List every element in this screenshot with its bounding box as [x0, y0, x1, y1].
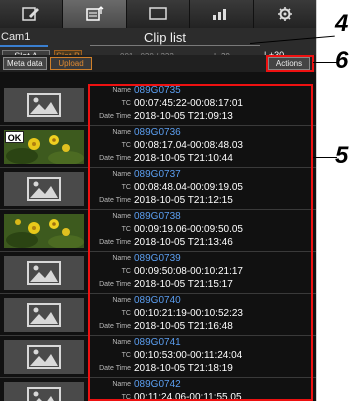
actions-highlight: [266, 55, 314, 72]
tab-network[interactable]: [190, 0, 254, 28]
placeholder-thumbnail-icon[interactable]: [4, 340, 84, 374]
callout-line-6: [313, 62, 337, 63]
metadata-button[interactable]: Meta data: [3, 57, 47, 70]
ok-badge: OK: [5, 131, 24, 143]
callout-line-5: [313, 157, 337, 158]
placeholder-thumbnail-icon[interactable]: [4, 172, 84, 206]
tab-edit[interactable]: [0, 0, 64, 28]
image-placeholder-icon: [27, 261, 61, 285]
image-placeholder-icon: [27, 387, 61, 401]
image-placeholder-icon: [27, 303, 61, 327]
title-underline: [90, 45, 260, 46]
placeholder-thumbnail-icon[interactable]: [4, 256, 84, 290]
tab-bar: [0, 0, 316, 28]
image-placeholder-icon: [27, 345, 61, 369]
callout-number-5: 5: [335, 142, 349, 169]
tab-clip-list[interactable]: [63, 0, 127, 28]
tab-settings[interactable]: [254, 0, 316, 28]
camera-name-underline: [0, 45, 48, 47]
placeholder-thumbnail-icon[interactable]: [4, 298, 84, 332]
placeholder-thumbnail-icon[interactable]: [4, 88, 84, 122]
callout-number-4: 4: [335, 10, 349, 37]
image-placeholder-icon: [27, 177, 61, 201]
clip-thumbnail[interactable]: [4, 214, 84, 248]
edit-icon: [22, 7, 40, 21]
page-title: Clip list: [144, 30, 186, 45]
image-placeholder-icon: [27, 93, 61, 117]
monitor-icon: [149, 7, 167, 20]
network-icon: [213, 9, 227, 20]
tab-monitor[interactable]: [127, 0, 191, 28]
callout-number-6: 6: [335, 47, 349, 74]
placeholder-thumbnail-icon[interactable]: [4, 382, 84, 401]
settings-gear-icon: [277, 7, 292, 21]
clip-info-highlight: [88, 84, 313, 401]
flower-image-icon: [4, 214, 84, 248]
camera-name: Cam1: [1, 31, 31, 43]
upload-button[interactable]: Upload: [50, 57, 92, 70]
clip-list-icon: [85, 6, 104, 21]
clip-thumbnail[interactable]: OK: [4, 130, 84, 164]
